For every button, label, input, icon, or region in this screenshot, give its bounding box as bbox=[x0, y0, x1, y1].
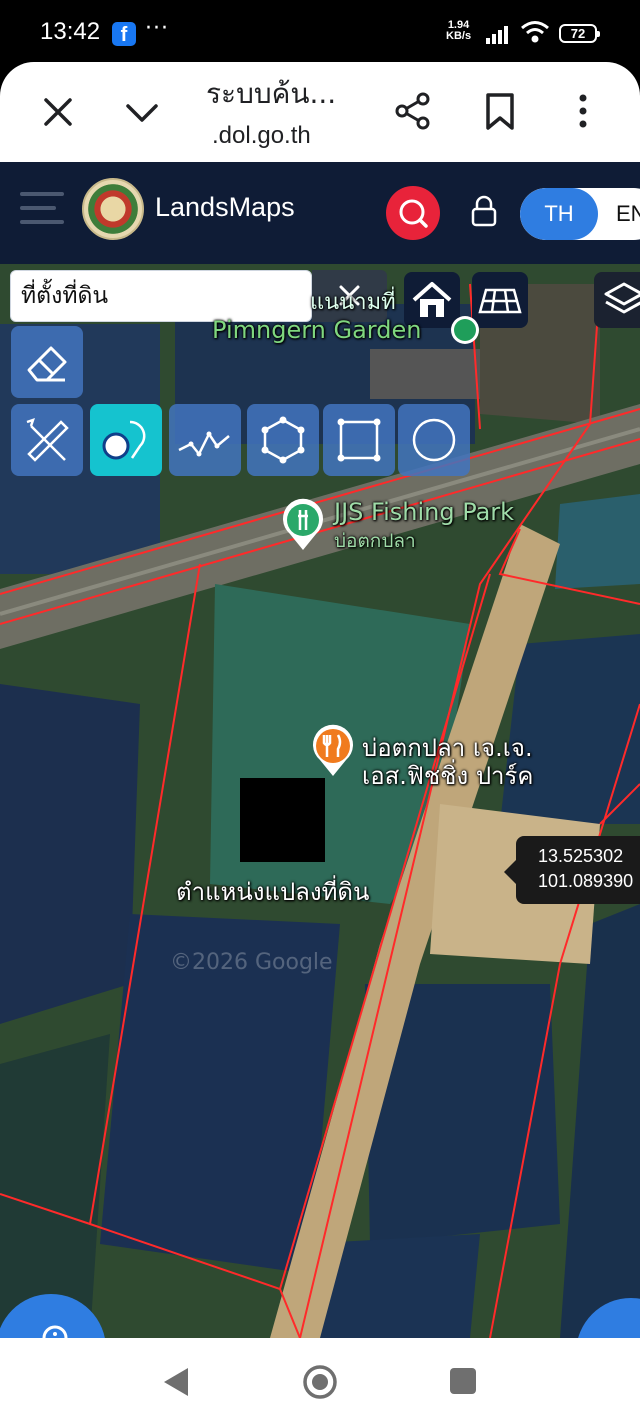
point-tool-button[interactable] bbox=[90, 404, 162, 476]
coordinate-tooltip: 13.525302 101.089390 bbox=[504, 836, 640, 904]
polygon-icon bbox=[261, 416, 305, 464]
ruler-pencil-icon bbox=[26, 418, 69, 462]
measure-tool-button[interactable] bbox=[11, 404, 83, 476]
page-url[interactable]: .dol.go.th bbox=[212, 122, 311, 150]
close-tab-icon[interactable] bbox=[38, 92, 78, 132]
status-bar: 13:42 f ··· 1.94 KB/s 72 bbox=[0, 0, 640, 62]
fishing-park-label-thai[interactable]: บ่อตกปลา bbox=[334, 526, 416, 556]
circle-icon bbox=[412, 418, 456, 462]
parcel-location-label: ตำแหน่งแปลงที่ดิน bbox=[176, 878, 370, 906]
location-search-input[interactable] bbox=[11, 271, 311, 321]
browser-toolbar: ระบบค้น... .dol.go.th bbox=[0, 62, 640, 162]
bookmark-icon[interactable] bbox=[480, 90, 520, 132]
app-header: LandsMaps TH EN bbox=[0, 162, 640, 264]
fishing-park-pin-icon[interactable] bbox=[278, 496, 328, 552]
rectangle-tool-button[interactable] bbox=[323, 404, 395, 476]
share-icon[interactable] bbox=[392, 90, 434, 132]
restaurant-label-line2[interactable]: เอส.ฟิชชิ่ง ปาร์ค bbox=[362, 756, 533, 795]
department-seal-logo bbox=[82, 178, 144, 240]
eraser-tool-button[interactable] bbox=[11, 326, 83, 398]
location-search-field[interactable] bbox=[10, 270, 312, 322]
language-toggle[interactable]: TH EN bbox=[520, 188, 640, 240]
marker-point-icon bbox=[102, 420, 146, 460]
status-time: 13:42 bbox=[40, 18, 101, 45]
chevron-down-icon[interactable] bbox=[122, 92, 162, 132]
page-title[interactable]: ระบบค้น... bbox=[206, 72, 336, 116]
rectangle-icon bbox=[337, 418, 381, 462]
longitude-value: 101.089390 bbox=[538, 871, 634, 891]
eraser-icon bbox=[27, 346, 67, 382]
wifi-icon bbox=[521, 21, 549, 43]
lang-option-th[interactable]: TH bbox=[520, 188, 598, 240]
latitude-value: 13.525302 bbox=[538, 846, 624, 866]
back-icon[interactable] bbox=[162, 1366, 190, 1398]
signal-icon bbox=[486, 26, 508, 44]
layers-icon bbox=[604, 282, 640, 314]
recents-icon[interactable] bbox=[450, 1368, 476, 1394]
search-icon bbox=[399, 199, 428, 228]
polygon-tool-button[interactable] bbox=[247, 404, 319, 476]
app-name: LandsMaps bbox=[155, 192, 295, 222]
map-watermark: ©2026 Google bbox=[170, 950, 333, 975]
home-nav-icon[interactable] bbox=[302, 1364, 338, 1400]
hamburger-menu-icon[interactable] bbox=[20, 192, 64, 228]
circle-tool-button[interactable] bbox=[398, 404, 470, 476]
network-speed-unit: KB/s bbox=[446, 30, 472, 42]
battery-indicator: 72 bbox=[559, 24, 600, 43]
parcel-location-marker[interactable] bbox=[240, 778, 325, 862]
garden-label[interactable]: Pimngern Garden bbox=[212, 316, 421, 344]
info-fab-button[interactable] bbox=[0, 1294, 106, 1338]
garden-label-thai: แนนามที่ bbox=[310, 290, 396, 315]
info-icon bbox=[42, 1325, 68, 1338]
polyline-icon bbox=[178, 431, 230, 457]
lock-icon[interactable] bbox=[469, 194, 499, 228]
network-speed: 1.94 KB/s bbox=[446, 20, 471, 42]
more-notifications-icon: ··· bbox=[145, 16, 169, 41]
lang-option-en[interactable]: EN bbox=[616, 188, 640, 240]
more-options-icon[interactable] bbox=[568, 90, 598, 132]
search-button[interactable] bbox=[386, 186, 440, 240]
polyline-tool-button[interactable] bbox=[169, 404, 241, 476]
system-nav-bar bbox=[0, 1338, 640, 1422]
restaurant-pin-icon[interactable] bbox=[308, 722, 358, 778]
facebook-notification-icon: f bbox=[112, 22, 136, 46]
fishing-park-label[interactable]: JJS Fishing Park bbox=[334, 498, 514, 526]
garden-pin-icon[interactable] bbox=[447, 314, 483, 350]
layers-button[interactable] bbox=[594, 272, 640, 328]
map-view[interactable]: แนนามที่ Pimngern Garden JJS Fishing Par… bbox=[0, 264, 640, 1338]
